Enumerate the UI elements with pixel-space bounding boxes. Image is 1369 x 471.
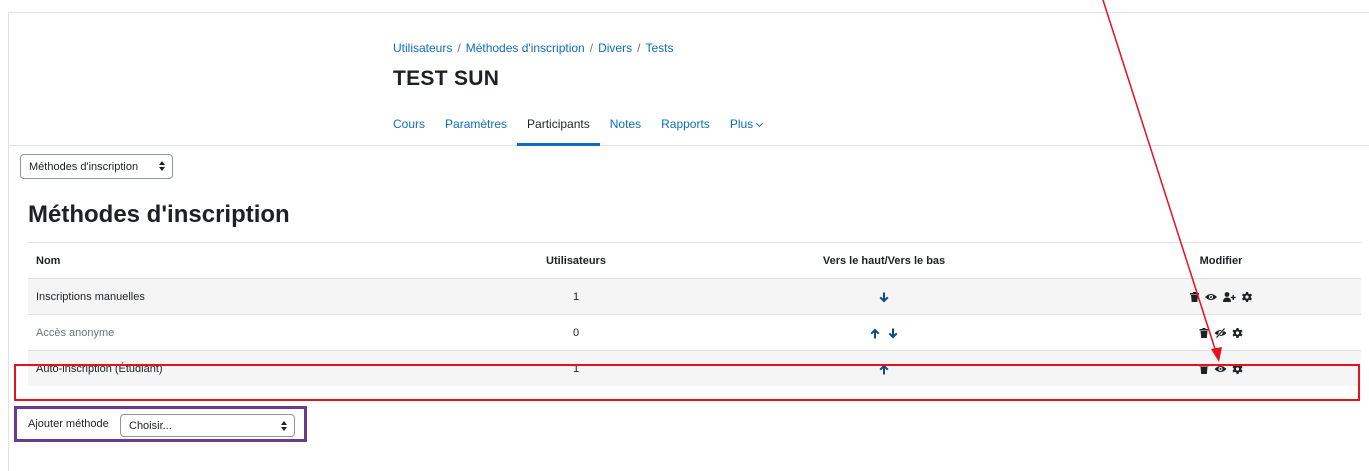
header-move-label: Vers le haut/Vers le bas xyxy=(822,255,946,267)
eye-icon[interactable] xyxy=(1214,365,1227,373)
arrow-up-icon[interactable] xyxy=(879,364,889,375)
gear-icon[interactable] xyxy=(1232,364,1243,374)
eye-icon[interactable] xyxy=(1205,293,1217,301)
tab-rapports[interactable]: Rapports xyxy=(651,107,720,146)
method-name: Auto-inscription (Étudiant) xyxy=(36,363,163,375)
header-users-label: Utilisateurs xyxy=(546,255,606,267)
breadcrumb-item-tests[interactable]: Tests xyxy=(645,41,673,55)
tab-notes[interactable]: Notes xyxy=(600,107,651,146)
course-tabs: Cours Paramètres Participants Notes Rapp… xyxy=(393,107,772,146)
page-title: TEST SUN xyxy=(393,67,500,90)
tab-plus-label: Plus xyxy=(729,117,754,131)
table-header-row: Nom Utilisateurs Vers le haut/Vers le ba… xyxy=(28,242,1361,278)
breadcrumb-separator: / xyxy=(457,41,461,55)
chevron-down-icon xyxy=(756,119,764,128)
eye-slash-icon[interactable] xyxy=(1214,328,1227,338)
enrol-users-icon[interactable] xyxy=(1223,292,1236,302)
tab-parametres[interactable]: Paramètres xyxy=(435,107,517,146)
enrolment-methods-table: Nom Utilisateurs Vers le haut/Vers le ba… xyxy=(28,242,1361,386)
add-method-select-value: Choisir... xyxy=(129,420,172,432)
method-users-count-value: 0 xyxy=(572,327,580,339)
breadcrumb-separator: / xyxy=(589,41,594,55)
table-row: Accès anonyme 0 xyxy=(28,314,1361,350)
breadcrumb-separator: / xyxy=(637,41,641,55)
add-method-label: Ajouter méthode xyxy=(28,418,109,430)
trash-icon[interactable] xyxy=(1199,328,1209,338)
add-method-select[interactable]: Choisir... xyxy=(120,414,295,437)
enrolment-nav-select-value: Méthodes d'inscription xyxy=(29,161,139,173)
method-users-count-value: 1 xyxy=(572,291,580,303)
table-row: Inscriptions manuelles 1 xyxy=(28,278,1361,314)
tab-plus[interactable]: Plus xyxy=(720,107,772,146)
table-row: Auto-inscription (Étudiant) 1 xyxy=(28,350,1361,386)
header-edit-label: Modifier xyxy=(1199,255,1243,267)
arrow-down-icon[interactable] xyxy=(879,292,889,303)
gear-icon[interactable] xyxy=(1242,292,1252,302)
breadcrumb-item-divers[interactable]: Divers xyxy=(598,41,632,55)
method-users-count-value: 1 xyxy=(572,363,580,375)
method-name: Inscriptions manuelles xyxy=(36,291,145,303)
breadcrumb: Utilisateurs / Méthodes d'inscription / Dive… xyxy=(393,41,673,55)
tab-cours[interactable]: Cours xyxy=(393,107,435,146)
section-title: Méthodes d'inscription xyxy=(28,201,290,228)
breadcrumb-item-enrolment-methods[interactable]: Méthodes d'inscription xyxy=(466,41,585,55)
arrow-up-icon[interactable] xyxy=(870,328,880,339)
select-updown-icon xyxy=(281,421,287,433)
header-name: Nom xyxy=(36,255,61,267)
tab-participants[interactable]: Participants xyxy=(517,107,600,146)
course-header: Utilisateurs / Méthodes d'inscription / Dive… xyxy=(9,13,1369,146)
method-name: Accès anonyme xyxy=(36,327,115,339)
breadcrumb-item-users[interactable]: Utilisateurs xyxy=(393,41,452,55)
select-updown-icon xyxy=(159,161,165,173)
arrow-down-icon[interactable] xyxy=(888,328,898,339)
enrolment-nav-select[interactable]: Méthodes d'inscription xyxy=(20,154,173,179)
trash-icon[interactable] xyxy=(1199,364,1209,374)
trash-icon[interactable] xyxy=(1190,292,1199,302)
gear-icon[interactable] xyxy=(1232,328,1243,338)
